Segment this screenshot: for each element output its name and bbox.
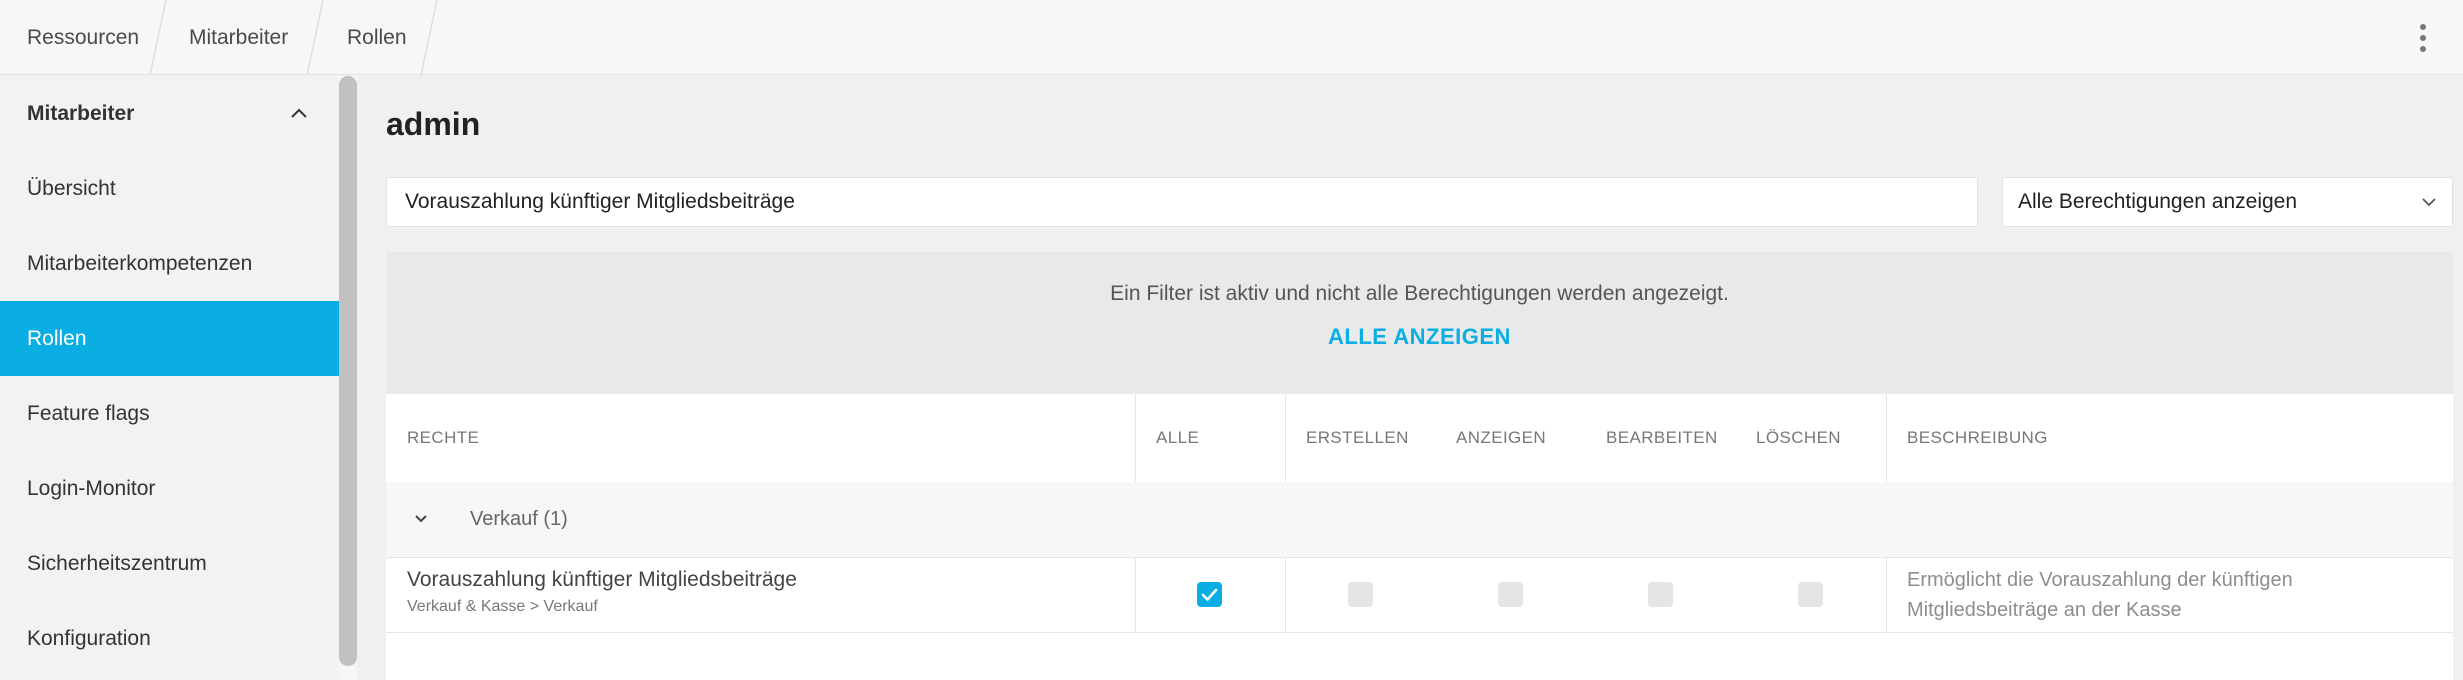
permission-title: Vorauszahlung künftiger Mitgliedsbeiträg…: [407, 568, 797, 591]
search-input[interactable]: [386, 177, 1978, 227]
column-divider: [1135, 394, 1136, 482]
show-all-link[interactable]: ALLE ANZEIGEN: [386, 324, 2453, 350]
more-options-icon[interactable]: [2410, 22, 2436, 54]
permission-path: Verkauf & Kasse > Verkauf: [407, 598, 598, 615]
sidebar-item-uebersicht[interactable]: Übersicht: [0, 151, 340, 226]
permission-filter-select[interactable]: Alle Berechtigungen anzeigen: [2002, 177, 2453, 227]
group-row-verkauf[interactable]: Verkauf (1): [386, 482, 2453, 557]
column-header-beschreibung: BESCHREIBUNG: [1907, 428, 2048, 447]
page-title: admin: [386, 106, 481, 142]
breadcrumb-item-mitarbeiter[interactable]: Mitarbeiter: [189, 0, 288, 75]
filter-message: Ein Filter ist aktiv und nicht alle Bere…: [1110, 282, 1729, 305]
column-divider: [1886, 558, 1887, 632]
checkbox-erstellen[interactable]: [1348, 582, 1373, 607]
permissions-table: RECHTE ALLE ERSTELLEN ANZEIGEN BEARBEITE…: [386, 394, 2453, 680]
column-header-loeschen: LÖSCHEN: [1756, 428, 1841, 447]
column-header-alle: ALLE: [1156, 428, 1200, 447]
row-divider: [386, 632, 2453, 633]
sidebar-section-title: Mitarbeiter: [27, 102, 135, 125]
permission-filter-value: Alle Berechtigungen anzeigen: [2018, 190, 2298, 213]
column-divider: [1886, 394, 1887, 482]
sidebar-item-login-monitor[interactable]: Login-Monitor: [0, 451, 340, 526]
breadcrumb-separator: [420, 0, 438, 75]
breadcrumb-separator: [149, 0, 167, 75]
checkmark-icon: [1201, 588, 1218, 601]
sidebar-item-sicherheitszentrum[interactable]: Sicherheitszentrum: [0, 526, 340, 601]
chevron-down-icon[interactable]: [412, 510, 430, 528]
column-header-rechte: RECHTE: [407, 428, 480, 447]
sidebar-item-feature-flags[interactable]: Feature flags: [0, 376, 340, 451]
checkbox-loeschen[interactable]: [1798, 582, 1823, 607]
filter-notice: Ein Filter ist aktiv und nicht alle Bere…: [386, 252, 2453, 394]
column-divider: [1285, 394, 1286, 482]
sidebar-item-mitarbeiterkompetenzen[interactable]: Mitarbeiterkompetenzen: [0, 226, 340, 301]
sidebar: Mitarbeiter Übersicht Mitarbeiterkompete…: [0, 76, 340, 680]
checkbox-alle[interactable]: [1197, 582, 1222, 607]
sidebar-item-rollen[interactable]: Rollen: [0, 301, 340, 376]
chevron-up-icon[interactable]: [288, 102, 310, 124]
breadcrumb: Ressourcen Mitarbeiter Rollen: [0, 0, 2463, 75]
sidebar-section-header[interactable]: Mitarbeiter: [0, 76, 340, 151]
column-header-erstellen: ERSTELLEN: [1306, 428, 1409, 447]
permission-description: Ermöglicht die Vorauszahlung der künftig…: [1907, 569, 2293, 621]
group-label: Verkauf (1): [470, 508, 568, 530]
chevron-down-icon: [2422, 198, 2436, 207]
sidebar-item-konfiguration[interactable]: Konfiguration: [0, 601, 340, 676]
breadcrumb-item-rollen[interactable]: Rollen: [347, 0, 407, 75]
column-header-bearbeiten: BEARBEITEN: [1606, 428, 1718, 447]
breadcrumb-separator: [306, 0, 324, 75]
row-divider: [386, 557, 2453, 558]
checkbox-anzeigen[interactable]: [1498, 582, 1523, 607]
column-header-anzeigen: ANZEIGEN: [1456, 428, 1547, 447]
column-divider: [1135, 558, 1136, 632]
breadcrumb-item-ressourcen[interactable]: Ressourcen: [27, 0, 139, 75]
checkbox-bearbeiten[interactable]: [1648, 582, 1673, 607]
sidebar-scrollbar-thumb[interactable]: [339, 76, 357, 666]
column-divider: [1285, 558, 1286, 632]
